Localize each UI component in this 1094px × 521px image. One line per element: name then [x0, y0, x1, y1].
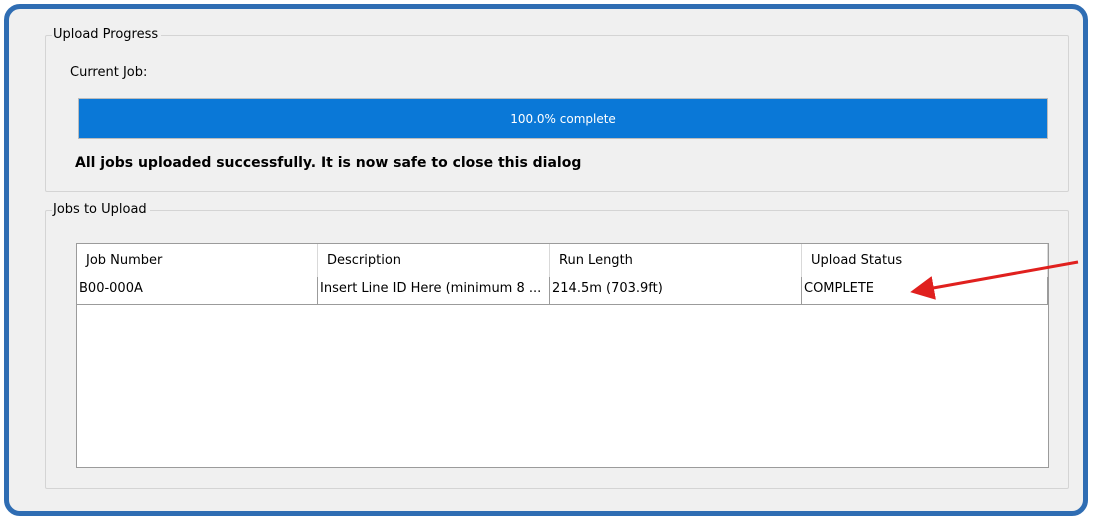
upload-progress-bar: 100.0% complete	[78, 98, 1048, 139]
progress-percent-text: 100.0% complete	[510, 111, 616, 126]
jobs-list-view[interactable]: Job Number Description Run Length Upload…	[76, 243, 1049, 468]
cell-upload-status: COMPLETE	[802, 277, 1048, 304]
cell-job-number: B00-000A	[77, 277, 318, 304]
cell-description: Insert Line ID Here (minimum 8 ...	[318, 277, 550, 304]
table-row[interactable]: B00-000A Insert Line ID Here (minimum 8 …	[77, 277, 1048, 305]
cell-run-length: 214.5m (703.9ft)	[550, 277, 802, 304]
column-header-upload-status[interactable]: Upload Status	[802, 244, 1048, 277]
upload-progress-title: Upload Progress	[52, 27, 162, 43]
column-header-run-length[interactable]: Run Length	[550, 244, 802, 277]
current-job-label: Current Job:	[70, 65, 148, 80]
upload-progress-group: Upload Progress Current Job: 100.0% comp…	[45, 27, 1069, 192]
jobs-to-upload-title: Jobs to Upload	[52, 202, 150, 218]
jobs-list-header: Job Number Description Run Length Upload…	[77, 244, 1048, 277]
column-header-job-number[interactable]: Job Number	[77, 244, 318, 277]
column-header-description[interactable]: Description	[318, 244, 550, 277]
jobs-to-upload-group: Jobs to Upload Job Number Description Ru…	[45, 202, 1069, 489]
upload-status-message: All jobs uploaded successfully. It is no…	[75, 155, 582, 171]
